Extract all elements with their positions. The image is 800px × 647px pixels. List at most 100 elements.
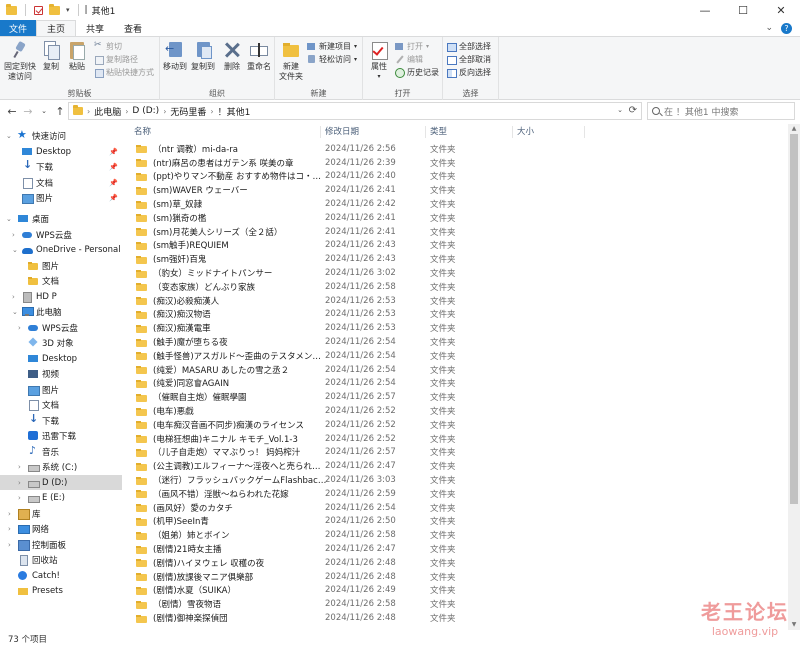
nav-hdp[interactable]: › HD P xyxy=(0,289,122,304)
refresh-icon[interactable]: ⟳ xyxy=(629,105,637,116)
table-row[interactable]: (痴汉)必殺痴漢人 2024/11/26 2:53 文件夹 xyxy=(128,294,778,308)
nav-catch[interactable]: Catch! xyxy=(0,568,122,583)
expand-chevron-icon[interactable]: › xyxy=(18,324,21,332)
copy-button[interactable]: 复制 xyxy=(40,40,62,72)
table-row[interactable]: (剧情)ハイヌウェレ 収穫の夜 2024/11/26 2:48 文件夹 xyxy=(128,556,778,570)
nav-this-pc[interactable]: ⌄ 此电脑 xyxy=(0,304,122,319)
nav-network[interactable]: › 网络 xyxy=(0,521,122,536)
tab-view[interactable]: 查看 xyxy=(114,20,152,36)
select-all-button[interactable]: 全部选择 xyxy=(447,41,491,52)
table-row[interactable]: (触手怪兽)アスガルド～歪曲のテスタメント～ 2024/11/26 2:54 文件夹 xyxy=(128,349,778,363)
breadcrumb-folder[interactable]: 无码里番 xyxy=(170,105,206,118)
tab-file[interactable]: 文件 xyxy=(0,20,36,36)
properties-quick-icon[interactable] xyxy=(34,5,43,15)
table-row[interactable]: (画风好）愛のカタチ 2024/11/26 2:54 文件夹 xyxy=(128,501,778,515)
nav-music[interactable]: 音乐 xyxy=(0,444,122,459)
table-row[interactable]: (电车痴汉音画不同步)痴漢のライセンス 2024/11/26 2:52 文件夹 xyxy=(128,418,778,432)
column-divider[interactable] xyxy=(512,126,513,138)
pin-quick-access-button[interactable]: 固定到快速访问 xyxy=(2,40,38,82)
expand-chevron-icon[interactable]: ⌄ xyxy=(6,215,12,223)
expand-chevron-icon[interactable]: › xyxy=(8,525,11,533)
quick-access-dropdown-icon[interactable]: ▾ xyxy=(66,6,70,14)
history-button[interactable]: 历史记录 xyxy=(395,67,439,78)
search-box[interactable]: 在 ！其他1 中搜索 xyxy=(647,102,795,120)
nav-pictures-pinned[interactable]: 图片 📌 xyxy=(0,190,122,205)
properties-button[interactable]: 属性 ▾ xyxy=(367,40,391,82)
nav-recycle-bin[interactable]: 回收站 xyxy=(0,552,122,567)
breadcrumb-current[interactable]: ！其他1 xyxy=(218,105,251,118)
nav-onedrive[interactable]: ⌄ OneDrive - Personal xyxy=(0,242,122,257)
table-row[interactable]: （姐弟）姉とボイン 2024/11/26 2:58 文件夹 xyxy=(128,528,778,542)
nav-documents-pinned[interactable]: 文档 📌 xyxy=(0,175,122,190)
table-row[interactable]: （变态家族）どんぶり家族 2024/11/26 2:58 文件夹 xyxy=(128,280,778,294)
expand-chevron-icon[interactable]: › xyxy=(12,293,15,301)
column-divider[interactable] xyxy=(425,126,426,138)
table-row[interactable]: (ppt)やりマン不動産 おすすめ物件はコ・チ・... 2024/11/26 2:… xyxy=(128,170,778,184)
nav-desktop-root[interactable]: ⌄ 桌面 xyxy=(0,211,122,226)
nav-drive-d[interactable]: › D (D:) xyxy=(0,475,122,490)
table-row[interactable]: (sm)草_奴隷 2024/11/26 2:42 文件夹 xyxy=(128,197,778,211)
select-none-button[interactable]: 全部取消 xyxy=(447,54,491,65)
nav-downloads-pinned[interactable]: 下载 📌 xyxy=(0,158,122,174)
nav-pc-pictures[interactable]: 图片 xyxy=(0,382,122,397)
nav-presets[interactable]: Presets xyxy=(0,583,122,598)
breadcrumb-drive-d[interactable]: D (D:) xyxy=(132,106,159,116)
column-header-name[interactable]: 名称 xyxy=(134,124,151,138)
nav-pc-downloads[interactable]: 下载 xyxy=(0,412,122,428)
nav-quick-access[interactable]: ⌄ 快速访问 xyxy=(0,128,122,143)
table-row[interactable]: (剧情)水夏（SUIKA） 2024/11/26 2:49 文件夹 xyxy=(128,584,778,598)
table-row[interactable]: （儿子自走炮）ママぶりっ！ 妈妈榨汁 2024/11/26 2:57 文件夹 xyxy=(128,446,778,460)
nav-onedrive-documents[interactable]: 文档 xyxy=(0,273,122,288)
nav-videos[interactable]: 视频 xyxy=(0,366,122,381)
scroll-up-icon[interactable]: ▲ xyxy=(788,124,800,134)
vertical-scrollbar[interactable]: ▲ ▼ xyxy=(788,124,800,630)
close-button[interactable]: ✕ xyxy=(762,0,800,20)
nav-pc-wps-cloud[interactable]: › WPS云盘 xyxy=(0,320,122,335)
column-header-date[interactable]: 修改日期 xyxy=(325,124,359,138)
table-row[interactable]: （画风不错）淫獣～ねらわれた花嫁 2024/11/26 2:59 文件夹 xyxy=(128,487,778,501)
table-row[interactable]: (剧情)21時女主播 2024/11/26 2:47 文件夹 xyxy=(128,542,778,556)
table-row[interactable]: (机甲)SeeIn青 2024/11/26 2:50 文件夹 xyxy=(128,515,778,529)
table-row[interactable]: （剧情）雪夜物语 2024/11/26 2:58 文件夹 xyxy=(128,597,778,611)
minimize-button[interactable]: — xyxy=(686,0,724,20)
table-row[interactable]: (触手)魔が堕ちる夜 2024/11/26 2:54 文件夹 xyxy=(128,335,778,349)
tab-home[interactable]: 主页 xyxy=(36,20,77,36)
expand-chevron-icon[interactable]: › xyxy=(8,541,11,549)
nav-pc-documents[interactable]: 文档 xyxy=(0,397,122,412)
table-row[interactable]: (电梯狂想曲)キニナル キモチ_Vol.1-3 2024/11/26 2:52 文件… xyxy=(128,432,778,446)
edit-button[interactable]: 编辑 xyxy=(395,54,423,65)
copy-path-button[interactable]: 复制路径 xyxy=(94,54,138,65)
table-row[interactable]: （迷行）フラッシュバックゲームFlashback G... 2024/11/26 … xyxy=(128,473,778,487)
nav-drive-e[interactable]: › E (E:) xyxy=(0,490,122,505)
table-row[interactable]: (剧情)放課後マニア俱樂部 2024/11/26 2:48 文件夹 xyxy=(128,570,778,584)
column-header-type[interactable]: 类型 xyxy=(430,124,447,138)
table-row[interactable]: （豹女）ミッドナイトパンサー 2024/11/26 3:02 文件夹 xyxy=(128,266,778,280)
column-divider[interactable] xyxy=(584,126,585,138)
easy-access-button[interactable]: 轻松访问 ▾ xyxy=(307,54,357,65)
expand-chevron-icon[interactable]: › xyxy=(12,231,15,239)
nav-onedrive-pictures[interactable]: 图片 xyxy=(0,258,122,273)
invert-selection-button[interactable]: 反向选择 xyxy=(447,67,491,78)
recent-locations-icon[interactable]: ⌄ xyxy=(36,107,52,115)
table-row[interactable]: (纯爱）MASARU あしたの雪之丞２ 2024/11/26 2:54 文件夹 xyxy=(128,363,778,377)
table-row[interactable]: (公主调教)エルフィーナ～淫夜へと売られた王... 2024/11/26 2:47… xyxy=(128,459,778,473)
address-bar[interactable]: › 此电脑 › D (D:) › 无码里番 › ！其他1 ⌄ ⟳ xyxy=(68,102,642,120)
table-row[interactable]: (剧情)御神楽探偵団 2024/11/26 2:48 文件夹 xyxy=(128,611,778,625)
scrollbar-thumb[interactable] xyxy=(790,134,798,504)
ribbon-collapse-icon[interactable]: ⌄ xyxy=(765,23,773,33)
paste-button[interactable]: 粘贴 xyxy=(66,40,88,72)
expand-chevron-icon[interactable]: › xyxy=(8,510,11,518)
table-row[interactable]: （催眠自主炮）催眠學園 2024/11/26 2:57 文件夹 xyxy=(128,390,778,404)
nav-3d-objects[interactable]: 3D 对象 xyxy=(0,335,122,350)
new-folder-button[interactable]: 新建 文件夹 xyxy=(279,40,303,82)
table-row[interactable]: （ntr 调教）mi-da-ra 2024/11/26 2:56 文件夹 xyxy=(128,142,778,156)
rename-button[interactable]: 重命名 xyxy=(246,40,272,72)
table-row[interactable]: (sm强奸)百鬼 2024/11/26 2:43 文件夹 xyxy=(128,252,778,266)
nav-wps-cloud[interactable]: › WPS云盘 xyxy=(0,227,122,242)
table-row[interactable]: (电车)悪戯 2024/11/26 2:52 文件夹 xyxy=(128,404,778,418)
table-row[interactable]: (sm)月花美人シリーズ（全２話） 2024/11/26 2:41 文件夹 xyxy=(128,225,778,239)
expand-chevron-icon[interactable]: › xyxy=(18,494,21,502)
paste-shortcut-button[interactable]: 粘贴快捷方式 xyxy=(94,67,154,78)
table-row[interactable]: (纯爱)同窓會AGAIN 2024/11/26 2:54 文件夹 xyxy=(128,377,778,391)
new-folder-quick-icon[interactable] xyxy=(49,3,60,15)
